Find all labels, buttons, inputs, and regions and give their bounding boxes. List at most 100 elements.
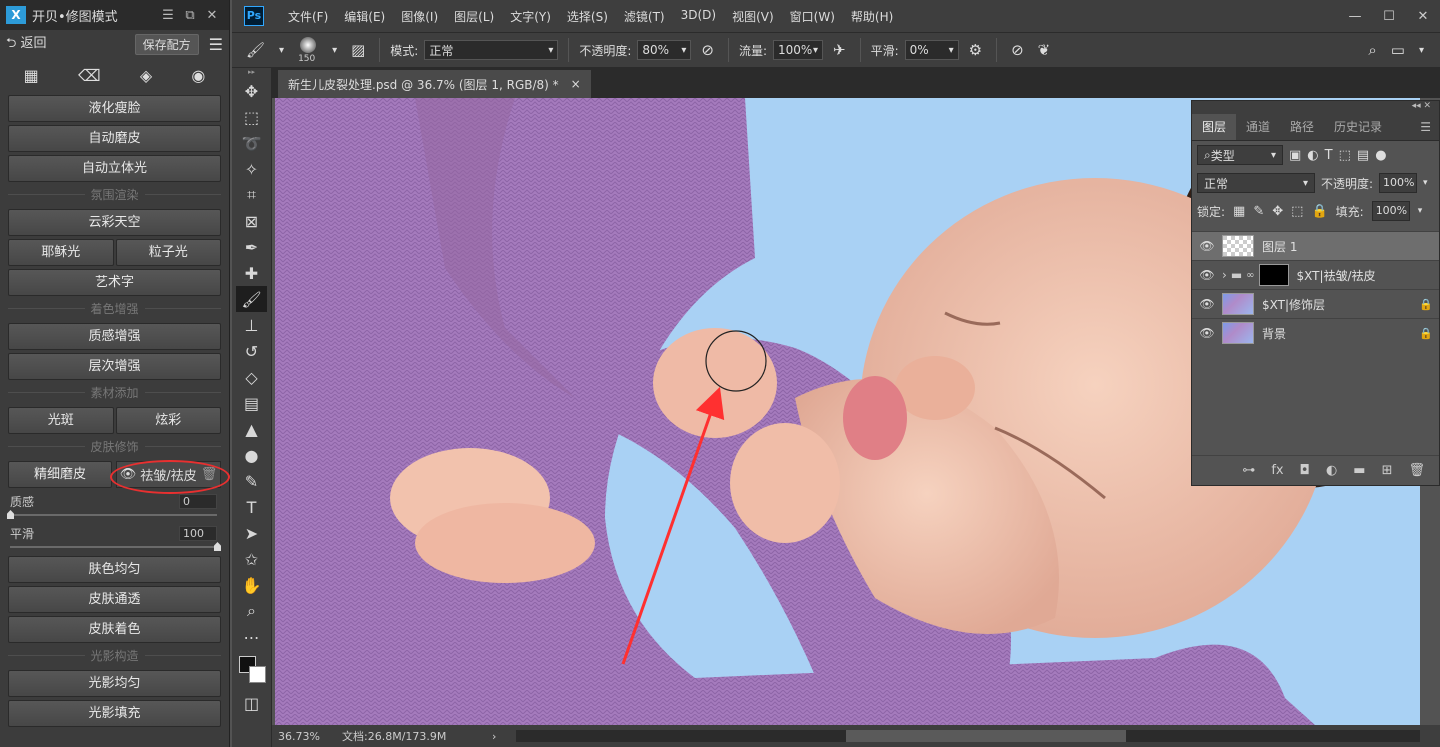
panel-menu-icon[interactable]: ☰: [1412, 114, 1439, 140]
filter-type-icon[interactable]: T: [1325, 148, 1333, 163]
fine-smooth-button[interactable]: 精细磨皮: [8, 461, 112, 488]
airbrush-icon[interactable]: ✈: [829, 41, 850, 59]
more-tools-icon[interactable]: ⋯: [232, 624, 271, 650]
particle-light-button[interactable]: 粒子光: [115, 239, 221, 266]
gradient-tool-icon[interactable]: ▤: [232, 390, 271, 416]
pen-tool-icon[interactable]: ✎: [232, 468, 271, 494]
brush-tool-icon[interactable]: 🖌: [242, 41, 269, 59]
healing-brush-tool-icon[interactable]: ✚: [232, 260, 271, 286]
history-brush-tool-icon[interactable]: ↺: [232, 338, 271, 364]
symmetry-icon[interactable]: ❦: [1034, 41, 1055, 59]
crop-tool-icon[interactable]: ⌗: [232, 182, 271, 208]
type-tool-icon[interactable]: T: [232, 494, 271, 520]
menu-item[interactable]: 选择(S): [559, 8, 616, 25]
fill-field[interactable]: 100%: [1371, 201, 1410, 221]
texture-slider-knob[interactable]: [7, 510, 14, 519]
move-tool-icon[interactable]: ✥: [232, 78, 271, 104]
filter-shape-icon[interactable]: ⬚: [1339, 148, 1351, 163]
menu-icon[interactable]: ☰: [209, 35, 223, 54]
document-tab[interactable]: 新生儿皮裂处理.psd @ 36.7% (图层 1, RGB/8) * ×: [278, 70, 591, 98]
add-mask-icon[interactable]: ◘: [1300, 463, 1310, 478]
layer-row[interactable]: 👁 $XT|修饰层 🔒: [1192, 289, 1439, 318]
blur-tool-icon[interactable]: ▲: [232, 416, 271, 442]
link-layers-icon[interactable]: ⊶: [1242, 463, 1255, 478]
visibility-eye-icon[interactable]: 👁: [1192, 326, 1222, 340]
menu-item[interactable]: 帮助(H): [843, 8, 901, 25]
magic-wand-tool-icon[interactable]: ✧: [232, 156, 271, 182]
clone-stamp-tool-icon[interactable]: ⊥: [232, 312, 271, 338]
eyedropper-tool-icon[interactable]: ✒: [232, 234, 271, 260]
opacity-field[interactable]: 80% ▾: [637, 40, 692, 60]
blend-mode-select[interactable]: 正常 ▾: [1197, 173, 1315, 193]
lock-position-icon[interactable]: ✥: [1272, 204, 1283, 219]
menu-item[interactable]: 文件(F): [280, 8, 336, 25]
delete-layer-icon[interactable]: 🗑: [1408, 463, 1425, 478]
layer-row[interactable]: 👁 图层 1: [1192, 231, 1439, 260]
brush-preset-picker[interactable]: 150: [294, 35, 322, 65]
menu-item[interactable]: 窗口(W): [782, 8, 843, 25]
smooth-slider[interactable]: [10, 542, 221, 551]
new-group-icon[interactable]: ▬: [1353, 463, 1365, 478]
layer-filter-select[interactable]: ⌕ 类型 ▾: [1197, 145, 1283, 165]
filter-toggle-icon[interactable]: ●: [1375, 148, 1386, 163]
smooth-value-field[interactable]: 100: [179, 525, 217, 541]
tab-layers[interactable]: 图层: [1192, 114, 1237, 140]
filter-smart-icon[interactable]: ▤: [1357, 148, 1369, 163]
liquify-button[interactable]: 液化瘦脸: [8, 95, 221, 122]
new-layer-icon[interactable]: ⊞: [1382, 463, 1393, 478]
chevron-down-icon[interactable]: ▾: [1418, 206, 1423, 216]
filter-pixel-icon[interactable]: ▣: [1289, 148, 1301, 163]
marquee-tool-icon[interactable]: ⬚: [232, 104, 271, 130]
eraser-tool-icon[interactable]: ⌫: [78, 66, 101, 85]
grid-tool-icon[interactable]: ▦: [24, 66, 39, 85]
spot-button[interactable]: 光斑: [8, 407, 114, 434]
zoom-tool-icon[interactable]: ⌕: [232, 598, 271, 624]
window-maximize-icon[interactable]: ☐: [1372, 9, 1406, 24]
restore-icon[interactable]: ⧉: [179, 8, 201, 23]
color-swatches[interactable]: [232, 650, 271, 690]
lock-pixels-icon[interactable]: ✎: [1253, 204, 1264, 219]
adjustment-layer-icon[interactable]: ◐: [1326, 463, 1337, 478]
search-icon[interactable]: ⌕: [1364, 41, 1380, 59]
menu-item[interactable]: 编辑(E): [336, 8, 393, 25]
shape-tool-icon[interactable]: ✩: [232, 546, 271, 572]
menu-item[interactable]: 视图(V): [724, 8, 782, 25]
art-text-button[interactable]: 艺术字: [8, 269, 221, 296]
layers-stack-icon[interactable]: ◈: [140, 66, 152, 85]
sky-button[interactable]: 云彩天空: [8, 209, 221, 236]
scrollbar-thumb[interactable]: [846, 730, 1127, 742]
texture-enh-button[interactable]: 质感增强: [8, 323, 221, 350]
visibility-eye-icon[interactable]: 👁: [1192, 239, 1222, 253]
layer-row[interactable]: 👁 背景 🔒: [1192, 318, 1439, 347]
lasso-tool-icon[interactable]: ➰: [232, 130, 271, 156]
smooth-slider-knob[interactable]: [214, 542, 221, 551]
skin-color-button[interactable]: 皮肤着色: [8, 616, 221, 643]
lock-artboard-icon[interactable]: ⬚: [1291, 204, 1303, 219]
lock-all-icon[interactable]: 🔒: [1311, 204, 1327, 219]
lock-transparent-icon[interactable]: ▦: [1233, 204, 1245, 219]
tab-channels[interactable]: 通道: [1236, 114, 1280, 140]
close-icon[interactable]: ✕: [201, 8, 223, 23]
eraser-tool-icon[interactable]: ◇: [232, 364, 271, 390]
zoom-level[interactable]: 36.73%: [272, 730, 342, 743]
tab-history[interactable]: 历史记录: [1324, 114, 1392, 140]
menu-item[interactable]: 3D(D): [673, 8, 724, 25]
skin-clear-button[interactable]: 皮肤通透: [8, 586, 221, 613]
brush-settings-icon[interactable]: ▨: [347, 41, 369, 59]
layer-style-icon[interactable]: fx: [1271, 463, 1283, 478]
background-color[interactable]: [249, 666, 266, 683]
chevron-down-icon[interactable]: ▾: [275, 45, 288, 56]
collapse-panel-icon[interactable]: ◂◂ ✕: [1192, 101, 1439, 113]
jesus-light-button[interactable]: 耶稣光: [8, 239, 114, 266]
texture-slider[interactable]: [7, 510, 217, 519]
layer-row[interactable]: 👁 › ▬ ∞ $XT|祛皱/祛皮: [1192, 260, 1439, 289]
chevron-down-icon[interactable]: ▾: [328, 45, 341, 56]
expand-group-icon[interactable]: ›: [1222, 268, 1227, 282]
window-close-icon[interactable]: ✕: [1406, 9, 1440, 24]
chevron-down-icon[interactable]: ▾: [1423, 178, 1428, 188]
filter-adjust-icon[interactable]: ◐: [1307, 148, 1318, 163]
menu-item[interactable]: 文字(Y): [502, 8, 559, 25]
texture-value-field[interactable]: 0: [179, 493, 217, 509]
back-button[interactable]: ⮌ 返回: [6, 32, 47, 56]
auto-smooth-button[interactable]: 自动磨皮: [8, 125, 221, 152]
